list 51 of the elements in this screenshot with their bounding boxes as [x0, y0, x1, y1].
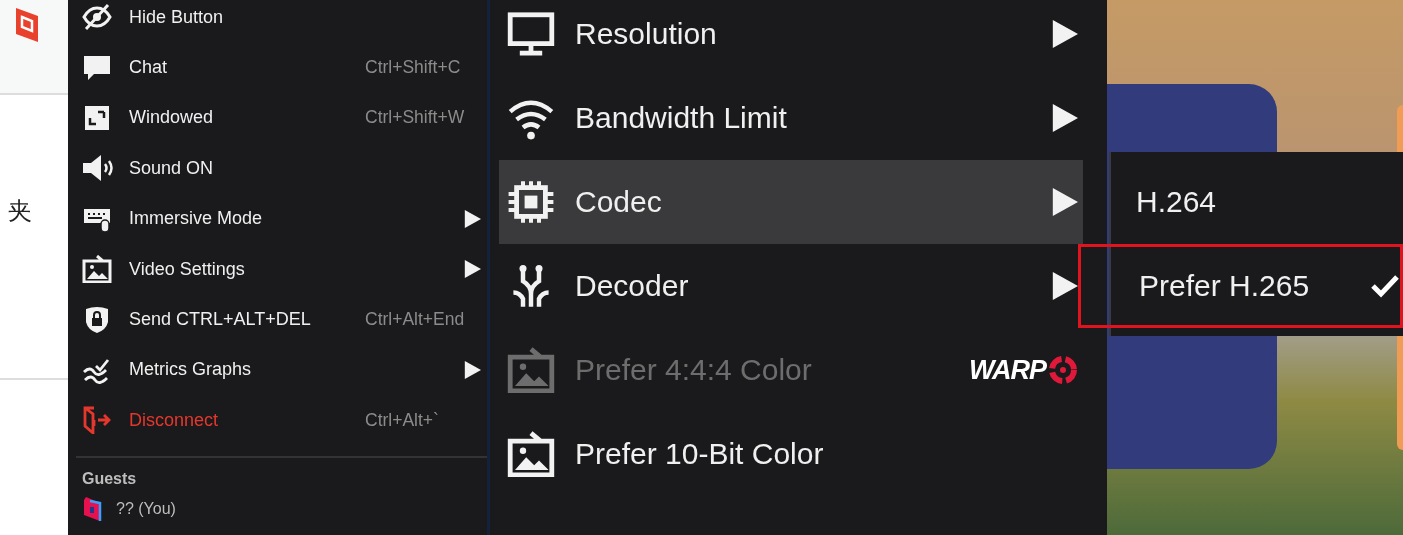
menu-label: Metrics Graphs	[129, 359, 252, 381]
chat-bubble-icon	[82, 53, 112, 82]
menu-label: Resolution	[575, 17, 717, 51]
picture-frame-icon	[507, 431, 555, 477]
menu-label: Immersive Mode	[129, 208, 263, 230]
menu-item[interactable]: Hide Button	[68, 0, 487, 43]
guest-name[interactable]: ?? (You)	[116, 499, 176, 518]
picture-frame-icon	[507, 347, 555, 393]
menu-item[interactable]: Chat Ctrl+Shift+C	[68, 42, 487, 93]
menu-label: Disconnect	[129, 409, 219, 431]
menu-item[interactable]: Send CTRL+ALT+DEL Ctrl+Alt+End	[68, 294, 487, 345]
menu-item[interactable]: Resolution	[499, 0, 1083, 76]
menu-label: Prefer 4:4:4 Color	[575, 353, 812, 387]
menu-label: Prefer H.265	[1139, 269, 1310, 303]
menu-item[interactable]: Disconnect Ctrl+Alt+`	[68, 395, 487, 446]
menu-label: Sound ON	[129, 157, 214, 179]
menu-label: Send CTRL+ALT+DEL	[129, 309, 311, 331]
shortcut-text: Ctrl+Alt+`	[365, 409, 440, 431]
menu-label: Codec	[575, 185, 662, 219]
menu-item[interactable]: Bandwidth Limit	[499, 76, 1083, 160]
menu-label: Chat	[129, 57, 168, 79]
expand-icon	[82, 103, 112, 132]
speaker-icon	[82, 154, 116, 183]
menu-label: Decoder	[575, 269, 689, 303]
label-text: 夹	[8, 196, 32, 227]
menu-label: Windowed	[129, 107, 214, 129]
menu-label: H.264	[1136, 185, 1217, 219]
guest-avatar-icon	[82, 495, 102, 522]
shortcut-text: Ctrl+Shift+C	[365, 57, 462, 79]
eye-slash-icon	[82, 3, 112, 32]
guests-heading: Guests	[82, 469, 137, 488]
menu-label: Video Settings	[129, 258, 245, 280]
menu-item[interactable]: H.264	[1111, 160, 1403, 244]
menu-item[interactable]: Prefer 10-Bit Color	[499, 412, 1083, 496]
menu-item[interactable]: Prefer H.265	[1078, 244, 1403, 328]
menu-item[interactable]: Immersive Mode	[68, 193, 487, 244]
menu-item[interactable]: Metrics Graphs	[68, 344, 487, 396]
menu-item[interactable]: Sound ON	[68, 143, 487, 194]
shortcut-text: Ctrl+Alt+End	[365, 309, 466, 331]
menu-label: Prefer 10-Bit Color	[575, 437, 824, 471]
menu-item[interactable]: Windowed Ctrl+Shift+W	[68, 92, 487, 144]
menu-label: Hide Button	[129, 6, 224, 28]
menu-item[interactable]: Video Settings	[68, 243, 487, 295]
monitor-icon	[507, 11, 555, 57]
picture-frame-icon	[82, 255, 112, 284]
menu-item[interactable]: Codec	[499, 160, 1083, 244]
warp-logo-text: WARP	[969, 354, 1046, 386]
menu-label: Bandwidth Limit	[575, 101, 787, 135]
chip-icon	[507, 179, 555, 225]
exit-door-icon	[82, 406, 112, 435]
shortcut-text: Ctrl+Shift+W	[365, 107, 466, 129]
